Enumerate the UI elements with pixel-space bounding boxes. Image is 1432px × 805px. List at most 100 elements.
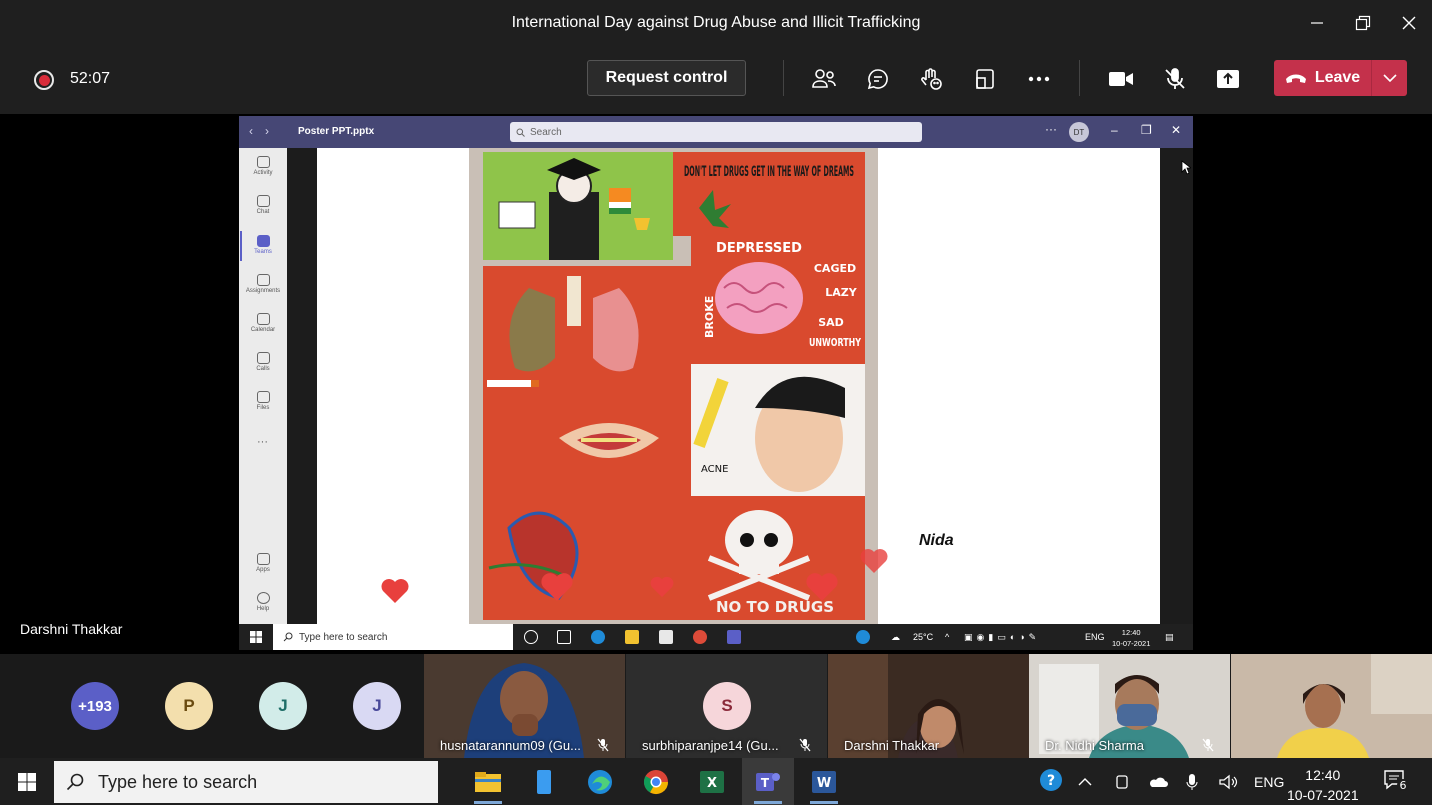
shared-teams-titlebar: ‹› Poster PPT.pptx Search ··· DT – ❐ ✕ — [239, 116, 1193, 148]
participant-tile[interactable]: Darshni Thakkar — [828, 654, 1029, 758]
camera-icon[interactable] — [1105, 64, 1137, 94]
share-icon[interactable] — [1212, 64, 1244, 94]
edge-taskbar-button[interactable] — [574, 758, 626, 805]
slide-margin-right — [1160, 148, 1193, 624]
help-icon[interactable]: ? — [1039, 769, 1063, 791]
close-icon[interactable] — [1386, 0, 1432, 46]
restore-icon[interactable] — [1340, 0, 1386, 46]
toolbar-divider — [1079, 60, 1080, 96]
poster-artwork: DON'T LET DRUGS GET IN THE WAY OF DREAMS… — [469, 148, 878, 624]
participant-tile[interactable]: husnatarannum09 (Gu... — [424, 654, 625, 758]
avatar[interactable]: J — [353, 682, 401, 730]
back-forward-icon: ‹› — [249, 124, 281, 138]
windows-start-icon — [250, 631, 262, 643]
participant-name: Darshni Thakkar — [844, 738, 940, 753]
request-control-button[interactable]: Request control — [587, 60, 746, 96]
word-taskbar-button[interactable]: W — [798, 758, 850, 805]
microphone-icon[interactable] — [1186, 772, 1198, 792]
phone-icon — [256, 352, 270, 364]
windows-start-icon[interactable] — [18, 773, 36, 791]
svg-text:X: X — [707, 776, 717, 791]
shared-taskbar-search-placeholder: Type here to search — [299, 631, 388, 643]
poster-headline: DON'T LET DRUGS GET IN THE WAY OF DREAMS — [684, 164, 854, 180]
language-indicator: ENG — [1085, 632, 1105, 642]
restore-icon: ❐ — [1141, 123, 1152, 137]
rail-item-activity: Activity — [239, 156, 287, 176]
excel-taskbar-button[interactable]: X — [686, 758, 738, 805]
recording-icon — [34, 70, 54, 90]
taskbar-search-box[interactable]: Type here to search — [54, 761, 438, 803]
volume-icon[interactable] — [1218, 772, 1238, 792]
phone-app-taskbar-button[interactable] — [518, 758, 570, 805]
phone-app-icon — [537, 769, 551, 794]
participant-strip: +193 P J J husnatarannum09 (Gu... S surb… — [0, 654, 1432, 758]
weather-temp: 25°C — [913, 632, 934, 642]
file-explorer-icon — [625, 630, 639, 644]
chat-icon[interactable] — [862, 64, 894, 94]
rail-item-assignments: Assignments — [239, 274, 287, 294]
search-icon — [66, 773, 84, 791]
minimize-icon: – — [1111, 123, 1118, 137]
chevron-down-icon[interactable] — [1372, 60, 1407, 96]
shared-time: 12:40 — [1121, 628, 1141, 637]
task-view-icon — [557, 630, 571, 644]
meeting-timer: 52:07 — [70, 70, 111, 87]
poster-depressed: DEPRESSED — [716, 241, 802, 256]
overflow-participants-button[interactable]: +193 — [71, 682, 119, 730]
teams-taskbar-button[interactable]: T — [742, 758, 794, 805]
assignments-icon — [256, 274, 270, 286]
participant-tile[interactable]: Dr. Nidhi Sharma — [1029, 654, 1230, 758]
notification-count: 6 — [1400, 779, 1407, 792]
avatar: S — [703, 682, 751, 730]
bell-icon — [256, 156, 270, 168]
edge-icon — [588, 769, 612, 794]
svg-text:?: ? — [1047, 773, 1055, 789]
participants-icon[interactable] — [808, 64, 840, 94]
participant-tile[interactable] — [1231, 654, 1432, 758]
share-tray-icon[interactable] — [969, 64, 1001, 94]
heart-reaction-icon — [650, 576, 674, 598]
excel-icon: X — [700, 770, 724, 793]
more-icon: ··· — [257, 436, 268, 448]
file-explorer-taskbar-button[interactable] — [462, 758, 514, 805]
meet-now-icon[interactable] — [1115, 772, 1129, 792]
avatar[interactable]: P — [165, 682, 213, 730]
leave-main[interactable]: Leave — [1274, 60, 1371, 96]
participant-video — [1231, 654, 1432, 758]
poster-lazy: LAZY — [825, 286, 857, 299]
poster-caged: CAGED — [814, 262, 856, 275]
avatar: DT — [1069, 122, 1089, 142]
reactions-icon[interactable] — [915, 64, 947, 94]
rail-item-files: Files — [239, 391, 287, 411]
chrome-taskbar-button[interactable] — [630, 758, 682, 805]
mic-off-icon — [1202, 738, 1214, 752]
avatar[interactable]: J — [259, 682, 307, 730]
close-icon: ✕ — [1171, 123, 1182, 137]
action-center-icon[interactable]: 6 — [1383, 770, 1409, 792]
system-clock[interactable]: 12:40 10-07-2021 — [1287, 765, 1359, 805]
store-icon — [659, 630, 673, 644]
cortana-icon — [524, 630, 538, 644]
more-icon: ··· — [1045, 122, 1057, 136]
rail-item-apps: Apps — [239, 553, 287, 573]
file-icon — [256, 391, 270, 403]
chevron-up-icon: ^ — [945, 632, 950, 642]
more-icon[interactable] — [1023, 64, 1055, 94]
slide-caption: Nida — [919, 532, 954, 549]
mic-off-icon[interactable] — [1159, 64, 1191, 94]
poster-broke: BROKE — [703, 296, 716, 338]
chevron-up-icon[interactable] — [1078, 772, 1092, 792]
mouse-cursor-icon — [1181, 160, 1191, 175]
toolbar-divider — [783, 60, 784, 96]
poster-sad: SAD — [818, 316, 844, 329]
onedrive-icon[interactable] — [1148, 772, 1168, 792]
participant-tile[interactable]: S surbhiparanjpe14 (Gu... — [626, 654, 827, 758]
leave-button[interactable]: Leave — [1274, 60, 1407, 96]
clock-time: 12:40 — [1305, 767, 1341, 783]
shared-search-placeholder: Search — [530, 126, 562, 138]
presenter-name: Darshni Thakkar — [20, 621, 123, 637]
window-controls — [1294, 0, 1432, 46]
minimize-icon[interactable] — [1294, 0, 1340, 46]
help-icon — [856, 630, 870, 644]
language-indicator[interactable]: ENG — [1254, 772, 1284, 792]
